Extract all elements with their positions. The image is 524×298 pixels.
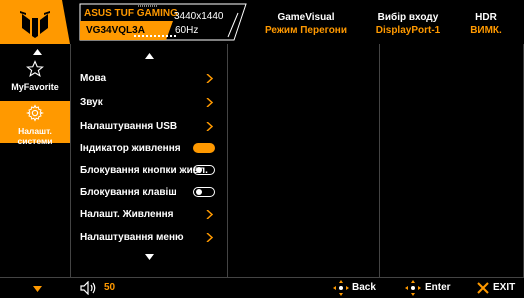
joystick-back-icon [333,280,349,296]
gear-icon [26,104,44,122]
toggle-knob [195,188,202,195]
chevron-right-icon [206,210,214,219]
volume-value: 50 [104,282,116,293]
scroll-up-icon[interactable] [33,49,42,55]
speaker-icon [80,281,96,295]
back-button[interactable]: Back [352,281,376,295]
toggle-knob [195,166,202,173]
close-icon [477,282,489,294]
enter-button[interactable]: Enter [425,281,451,295]
sidebar-item-system-setup[interactable]: Налашт. системи [0,101,70,146]
gamevisual-label: GameVisual [277,12,335,23]
power-key-lock-toggle[interactable] [193,165,215,175]
input-value: DisplayPort-1 [375,25,441,36]
hdr-status: HDR ВИМК. [456,11,516,37]
resolution-label: 3440x1440 [174,11,224,22]
refresh-label: 60Hz [175,25,199,36]
gamevisual-status: GameVisual Режим Перегони [254,11,358,37]
tuf-logo [0,0,70,44]
sidebar-item-myfavorite[interactable]: MyFavorite [0,58,70,98]
chevron-right-icon [206,74,214,83]
model-info-panel: ASUS TUF GAMING 3440x1440 VG34VQL3A 60Hz [78,3,248,41]
menu-item-usb-setup[interactable]: Налаштування USB [80,116,220,137]
input-label: Вибір входу [377,12,439,23]
star-icon [26,60,44,77]
chevron-right-icon [206,233,214,242]
hdr-label: HDR [475,12,497,23]
header-bar: ASUS TUF GAMING 3440x1440 VG34VQL3A 60Hz… [0,0,524,44]
chevron-right-icon [206,98,214,107]
key-lock-toggle[interactable] [193,187,215,197]
menu-item-sound[interactable]: Звук [80,92,220,113]
sidebar-item-label: Налашт. системи [17,126,53,146]
scroll-down-icon[interactable] [33,286,42,292]
input-status: Вибір входу DisplayPort-1 [356,11,460,37]
menu-item-language[interactable]: Мова [80,68,220,89]
sidebar: MyFavorite Налашт. системи [0,44,71,293]
model-label: VG34VQL3A [86,25,145,36]
exit-button[interactable]: EXIT [493,281,515,295]
footer-bar: 50 Back Enter EXIT [0,277,524,298]
gamevisual-value: Режим Перегони [264,25,347,36]
menu-item-power-setting[interactable]: Налашт. Живлення [80,204,220,225]
submenu-column [227,44,380,277]
value-column [379,44,523,277]
sidebar-item-label: MyFavorite [11,82,59,92]
joystick-enter-icon [405,280,421,296]
menu-scroll-down-icon[interactable] [145,254,154,260]
power-indicator-toggle[interactable] [193,143,215,153]
hdr-value: ВИМК. [470,25,502,36]
brand-label: ASUS TUF GAMING [84,8,178,19]
chevron-right-icon [206,122,214,131]
menu-item-osd-setup[interactable]: Налаштування меню [80,227,220,248]
menu-scroll-up-icon[interactable] [145,53,154,59]
